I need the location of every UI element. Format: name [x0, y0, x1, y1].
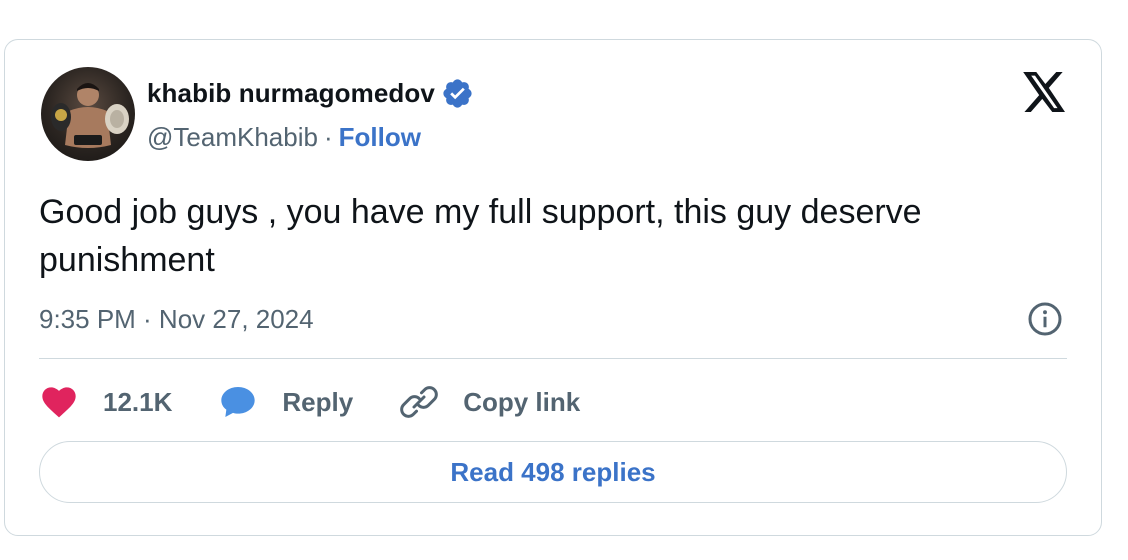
speech-bubble-icon [221, 387, 256, 417]
author-name-row: khabib nurmagomedov [147, 78, 474, 108]
follow-button[interactable]: Follow [339, 122, 421, 153]
x-logo-icon[interactable] [1023, 72, 1067, 112]
author-handle-row: @TeamKhabib · Follow [147, 122, 421, 153]
link-icon [400, 386, 439, 418]
reply-button[interactable]: Reply [218, 382, 353, 422]
copy-link-button[interactable]: Copy link [399, 382, 580, 422]
heart-icon [42, 387, 76, 418]
info-icon[interactable] [1027, 301, 1063, 337]
author-display-name[interactable]: khabib nurmagomedov [147, 78, 435, 109]
author-handle[interactable]: @TeamKhabib [147, 122, 318, 153]
like-count: 12.1K [103, 386, 173, 417]
tweet-timestamp[interactable]: 9:35 PM · Nov 27, 2024 [39, 304, 314, 335]
avatar[interactable] [41, 67, 135, 161]
copy-link-label: Copy link [463, 386, 581, 417]
action-bar: 12.1K Reply Copy link [39, 380, 626, 424]
verified-badge-icon [441, 77, 474, 110]
reply-label: Reply [282, 386, 354, 417]
tweet-text: Good job guys , you have my full support… [39, 193, 922, 279]
tweet-card: khabib nurmagomedov @TeamKhabib · Follow… [4, 39, 1102, 536]
like-button[interactable]: 12.1K [39, 382, 172, 422]
read-replies-button[interactable]: Read 498 replies [39, 441, 1067, 503]
divider [39, 358, 1067, 359]
handle-separator: · [323, 122, 333, 152]
